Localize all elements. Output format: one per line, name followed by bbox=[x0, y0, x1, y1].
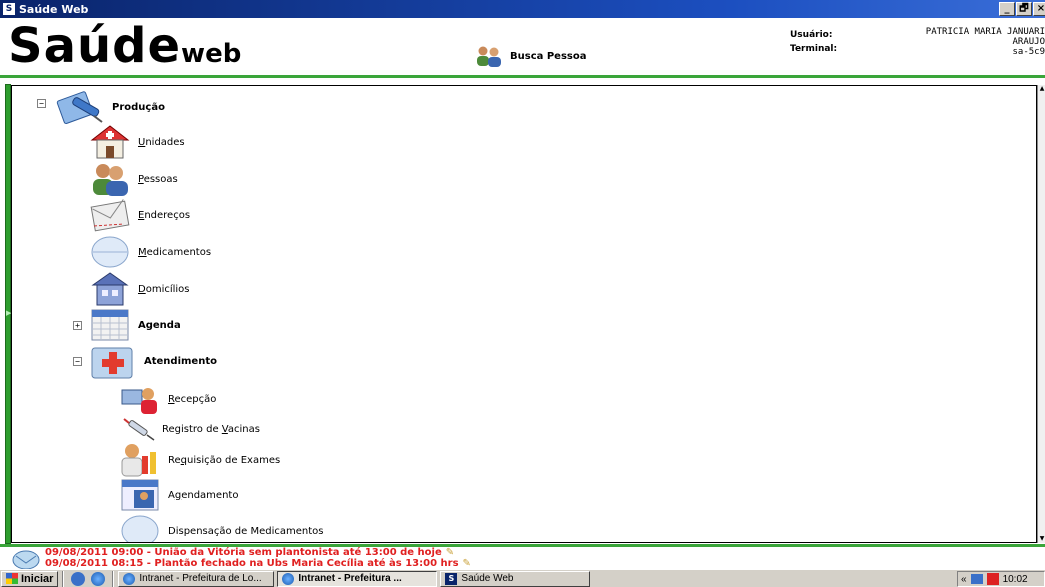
terminal-label: Terminal: bbox=[790, 44, 838, 54]
busca-pessoa-button[interactable]: Busca Pessoa bbox=[474, 45, 586, 67]
start-button[interactable]: Iniciar bbox=[1, 570, 59, 587]
task-intranet-1[interactable]: Intranet - Prefeitura de Lo... bbox=[118, 570, 275, 587]
logo-main: Saúde bbox=[8, 18, 182, 74]
tree-item-registro-vacinas[interactable]: Registro de Vacinas bbox=[122, 417, 260, 441]
windows-logo-icon bbox=[6, 573, 18, 584]
window-controls: _ 🗗 × bbox=[999, 2, 1045, 16]
app-logo: Saúdeweb bbox=[8, 22, 241, 78]
taskbar-separator bbox=[112, 570, 115, 587]
show-desktop-icon[interactable] bbox=[71, 571, 86, 586]
task-label: Saúde Web bbox=[461, 573, 514, 584]
calendar-icon bbox=[91, 309, 129, 341]
tree-label-agendamento: Agendamento bbox=[168, 489, 239, 501]
tree-label-medicamentos: Medicamentos bbox=[138, 246, 212, 258]
tree-label-enderecos: Endereços bbox=[138, 209, 191, 221]
usuario-label: Usuário: bbox=[790, 30, 833, 40]
tree-label-agenda: Agenda bbox=[138, 319, 181, 331]
notice-text-2: 09/08/2011 08:15 - Plantão fechado na Ub… bbox=[45, 558, 459, 569]
pen-icon: ✎ bbox=[462, 558, 471, 569]
people-search-icon bbox=[477, 46, 501, 67]
tree-item-dispensacao-medicamentos[interactable]: Dispensação de Medicamentos bbox=[120, 514, 324, 542]
scroll-up-icon[interactable]: ▲ bbox=[1038, 85, 1045, 93]
close-button[interactable]: × bbox=[1033, 2, 1045, 16]
clock[interactable]: 10:02 bbox=[1003, 574, 1028, 585]
pen-icon: ✎ bbox=[445, 547, 455, 558]
appointment-icon bbox=[121, 479, 159, 511]
antivirus-icon[interactable] bbox=[986, 573, 999, 585]
residence-icon bbox=[91, 272, 129, 306]
scroll-down-icon[interactable]: ▼ bbox=[1038, 535, 1045, 543]
title-bar[interactable]: S Saúde Web _ 🗗 × bbox=[0, 0, 1045, 18]
collapse-toggle[interactable]: − bbox=[37, 99, 46, 108]
tray-expand-icon[interactable]: « bbox=[961, 574, 967, 585]
app-header: Saúdeweb Busca Pessoa Usuário: Terminal:… bbox=[0, 18, 1045, 78]
user-name-line1: PATRICIA MARIA JANUARI bbox=[925, 27, 1045, 37]
tree-item-medicamentos[interactable]: Medicamentos bbox=[90, 235, 211, 269]
tree-item-recepcao[interactable]: Recepção bbox=[120, 382, 216, 416]
envelope-icon bbox=[90, 199, 130, 232]
task-label: Intranet - Prefeitura ... bbox=[298, 573, 402, 584]
people-icon bbox=[93, 164, 128, 196]
collapse-toggle[interactable]: − bbox=[73, 357, 82, 366]
taskbar-separator bbox=[62, 570, 65, 587]
tree-label-requisicao-exames: Requisição de Exames bbox=[168, 454, 281, 466]
tree-label-dispensacao: Dispensação de Medicamentos bbox=[168, 525, 324, 537]
terminal-value: sa-5c9 bbox=[1012, 47, 1045, 57]
pill-icon bbox=[91, 236, 129, 268]
minimize-button[interactable]: _ bbox=[999, 2, 1015, 16]
start-label: Iniciar bbox=[21, 572, 54, 585]
tree-label-domicilios: Domicílios bbox=[138, 283, 190, 295]
task-label: Intranet - Prefeitura de Lo... bbox=[139, 573, 262, 584]
notice-line-2[interactable]: 09/08/2011 08:15 - Plantão fechado na Ub… bbox=[45, 558, 471, 569]
menu-tree-panel: − Produção Unidades Pessoas Endereços Me… bbox=[11, 85, 1037, 543]
window-title: Saúde Web bbox=[19, 2, 89, 16]
health-unit-house-icon bbox=[90, 125, 130, 159]
tree-label-pessoas: Pessoas bbox=[138, 173, 178, 185]
reception-icon bbox=[121, 388, 157, 414]
system-tray: « 10:02 bbox=[957, 571, 1045, 587]
tree-item-pessoas[interactable]: Pessoas bbox=[90, 162, 178, 196]
busca-pessoa-label: Busca Pessoa bbox=[510, 50, 587, 62]
internet-explorer-icon bbox=[282, 572, 295, 585]
network-icon[interactable] bbox=[970, 574, 983, 584]
pill-icon bbox=[121, 515, 159, 542]
tree-item-agendamento[interactable]: Agendamento bbox=[120, 478, 238, 512]
exam-request-icon bbox=[121, 444, 156, 477]
notice-text-1: 09/08/2011 09:00 - União da Vitória sem … bbox=[45, 547, 442, 558]
notice-line-1[interactable]: 09/08/2011 09:00 - União da Vitória sem … bbox=[45, 547, 454, 558]
restore-button[interactable]: 🗗 bbox=[1016, 2, 1032, 16]
tree-node-agenda[interactable]: + Agenda bbox=[73, 308, 181, 342]
tree-item-domicilios[interactable]: Domicílios bbox=[90, 271, 190, 307]
expand-toggle[interactable]: + bbox=[73, 321, 82, 330]
app-window: S Saúde Web _ 🗗 × Saúdeweb Busca Pessoa … bbox=[0, 0, 1045, 587]
envelope-icon bbox=[12, 550, 40, 570]
vaccine-icon bbox=[123, 418, 155, 441]
saude-web-app-icon: S bbox=[445, 572, 458, 585]
app-icon: S bbox=[3, 3, 15, 15]
session-labels: Usuário: Terminal: bbox=[790, 30, 837, 58]
task-intranet-2[interactable]: Intranet - Prefeitura ... bbox=[277, 570, 438, 587]
logo-sub: web bbox=[181, 39, 242, 69]
tree-label-registro-vacinas: Registro de Vacinas bbox=[162, 423, 260, 435]
internet-explorer-icon[interactable] bbox=[91, 571, 106, 586]
os-taskbar: Iniciar Intranet - Prefeitura de Lo... I… bbox=[0, 569, 1045, 587]
tree-node-atendimento[interactable]: − Atendimento bbox=[73, 342, 217, 380]
syringe-document-icon bbox=[56, 91, 103, 125]
tree-label-atendimento: Atendimento bbox=[144, 355, 217, 367]
internet-explorer-icon bbox=[123, 572, 136, 585]
session-values: PATRICIA MARIA JANUARI ARAUJO sa-5c9 bbox=[926, 27, 1045, 57]
medical-folder-icon bbox=[91, 347, 133, 379]
notices-bar: 09/08/2011 09:00 - União da Vitória sem … bbox=[0, 544, 1045, 570]
tree-item-requisicao-exames[interactable]: Requisição de Exames bbox=[120, 442, 280, 478]
vertical-scrollbar[interactable]: ▲ ▼ bbox=[1037, 85, 1045, 543]
tree-item-enderecos[interactable]: Endereços bbox=[90, 198, 190, 232]
task-saude-web[interactable]: S Saúde Web bbox=[440, 570, 591, 587]
tree-item-unidades[interactable]: Unidades bbox=[90, 124, 185, 160]
tree-label-unidades: Unidades bbox=[138, 136, 185, 148]
tree-label-producao: Produção bbox=[112, 101, 165, 113]
tree-node-producao[interactable]: − Produção bbox=[37, 88, 165, 126]
tree-label-recepcao: Recepção bbox=[168, 393, 217, 405]
user-name-line2: ARAUJO bbox=[1012, 37, 1045, 47]
